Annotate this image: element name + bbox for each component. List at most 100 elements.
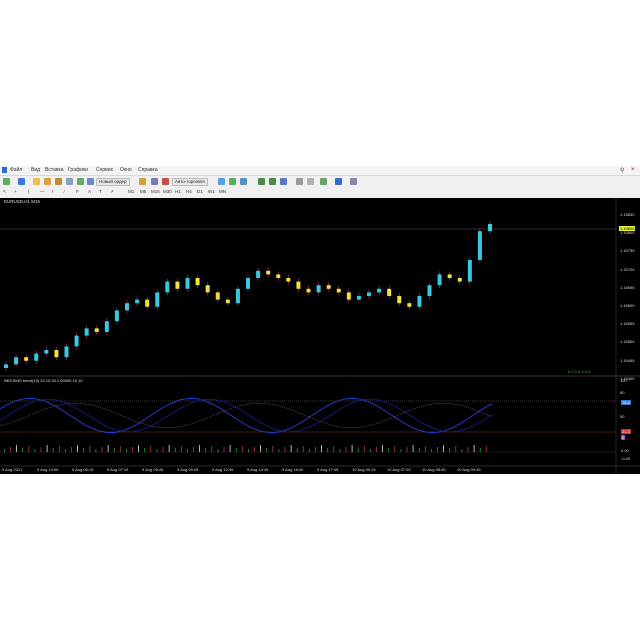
histogram-bar <box>394 446 396 452</box>
horizontal-line-icon[interactable]: — <box>40 189 45 194</box>
line-chart-icon[interactable] <box>240 178 247 185</box>
tf-h1[interactable]: H1 <box>175 189 181 194</box>
tf-d1[interactable]: D1 <box>197 189 203 194</box>
price-axis-label: 1.15655 <box>620 284 635 290</box>
current-price-tag: 1.15800 <box>619 226 636 231</box>
time-axis-label: 9 Aug 09:45 <box>177 467 199 472</box>
search-icon[interactable]: ⚲ <box>620 167 624 174</box>
profiles-icon[interactable] <box>18 178 25 185</box>
menu-help[interactable]: Справка <box>138 167 158 173</box>
tf-w1[interactable]: W1 <box>208 189 215 194</box>
crosshair-icon[interactable]: + <box>14 189 17 194</box>
candle-body <box>34 353 39 361</box>
histogram-bar <box>296 448 298 452</box>
histogram-bar <box>83 448 85 452</box>
candle-body <box>488 224 492 232</box>
candle-body <box>407 303 412 307</box>
histogram-bar <box>107 445 109 452</box>
indicators-icon[interactable] <box>320 178 327 185</box>
menu-view[interactable]: Вид <box>31 167 40 173</box>
autotrading-button[interactable]: Авто-торговля <box>172 178 208 186</box>
market-watch-icon[interactable] <box>33 178 40 185</box>
tf-m1[interactable]: M1 <box>128 189 134 194</box>
chart-window[interactable]: EURUSD,H1 M15 1.15830 1.15800 1.15755 1.157… <box>0 198 640 474</box>
histogram-bar <box>321 445 322 452</box>
navigator-icon[interactable] <box>55 178 62 185</box>
candle-body <box>457 278 462 282</box>
time-axis-label: 10 Aug 09:15 <box>352 467 376 472</box>
tf-m30[interactable]: M30 <box>163 189 172 194</box>
zoom-out-icon[interactable] <box>269 178 276 185</box>
time-axis-label: 9 Aug 12:45 <box>212 467 234 472</box>
histogram-bar <box>309 449 310 452</box>
period-icon[interactable] <box>335 178 342 185</box>
histogram-bar <box>357 448 359 452</box>
histogram-bar <box>119 446 121 452</box>
histogram-bar <box>113 448 115 452</box>
fibo-icon[interactable]: F <box>76 189 79 194</box>
histogram-bar <box>363 446 365 452</box>
tf-mn[interactable]: MN <box>219 189 226 194</box>
candle-body <box>266 270 271 275</box>
arrows-icon[interactable]: ↗ <box>110 189 114 195</box>
candle-body <box>104 321 109 332</box>
histogram-bar <box>418 448 420 452</box>
histogram-bar <box>370 449 371 452</box>
mt4-window: Файл Вид Вставка Графики Сервис Окно Спр… <box>0 166 640 474</box>
new-chart-icon[interactable] <box>3 178 10 185</box>
templates-icon[interactable] <box>350 178 357 185</box>
tf-h4[interactable]: H4 <box>186 189 192 194</box>
close-icon[interactable]: × <box>631 167 635 173</box>
candle-body <box>195 278 200 286</box>
histogram-bar <box>180 446 182 452</box>
candle-body <box>225 299 230 304</box>
price-chart[interactable] <box>0 198 640 474</box>
candle-body <box>4 364 8 368</box>
cursor-icon[interactable]: ↖ <box>3 189 7 195</box>
zoom-in-icon[interactable] <box>258 178 265 185</box>
histogram-bar <box>424 446 426 452</box>
tile-windows-icon[interactable] <box>280 178 287 185</box>
candle-body <box>467 260 472 282</box>
histogram-bar <box>431 449 432 452</box>
text-icon[interactable]: A <box>88 189 91 194</box>
histogram-bar <box>412 445 414 452</box>
menu-file[interactable]: Файл <box>10 167 22 173</box>
terminal-icon[interactable] <box>66 178 73 185</box>
histogram-bar <box>382 445 383 452</box>
trendline-icon[interactable]: / <box>52 189 53 194</box>
tf-m15[interactable]: M15 <box>151 189 160 194</box>
bar-chart-icon[interactable] <box>218 178 225 185</box>
candle-body <box>215 292 220 300</box>
history-icon[interactable] <box>87 178 94 185</box>
tf-m5[interactable]: M5 <box>140 189 146 194</box>
ind-tag-upper: 78.5 <box>621 400 631 405</box>
histogram-bar <box>266 448 268 452</box>
price-axis-label: 1.15755 <box>620 248 635 254</box>
options-icon[interactable] <box>151 178 158 185</box>
histogram-bar <box>150 446 152 452</box>
metaeditor-icon[interactable] <box>139 178 146 185</box>
channel-icon[interactable]: ∕ <box>64 189 65 194</box>
menu-insert[interactable]: Вставка <box>45 167 64 173</box>
data-window-icon[interactable] <box>44 178 51 185</box>
candle-body <box>417 296 422 307</box>
tester-icon[interactable] <box>77 178 84 185</box>
candles-icon[interactable] <box>229 178 236 185</box>
histogram-bar <box>400 449 402 452</box>
histogram-bar <box>193 447 194 452</box>
new-order-button[interactable]: Новый ордер <box>96 178 130 186</box>
hist-scale-top: 0.00 <box>621 448 629 453</box>
menu-window[interactable]: Окно <box>120 167 132 173</box>
label-icon[interactable]: T <box>99 189 102 194</box>
menu-charts[interactable]: Графики <box>68 167 88 173</box>
chart-shift-icon[interactable] <box>307 178 314 185</box>
alert-icon[interactable] <box>162 178 169 185</box>
price-axis-label: 1.15455 <box>620 357 635 363</box>
menu-bar: Файл Вид Вставка Графики Сервис Окно Спр… <box>0 166 640 176</box>
histogram-bar <box>449 448 451 452</box>
menu-tools[interactable]: Сервис <box>96 167 113 173</box>
autoscroll-icon[interactable] <box>296 178 303 185</box>
vertical-line-icon[interactable]: | <box>28 189 29 194</box>
indicator-title: NRCSMO trend(10) 22.10.33 1.00000 10 10 <box>4 378 83 383</box>
